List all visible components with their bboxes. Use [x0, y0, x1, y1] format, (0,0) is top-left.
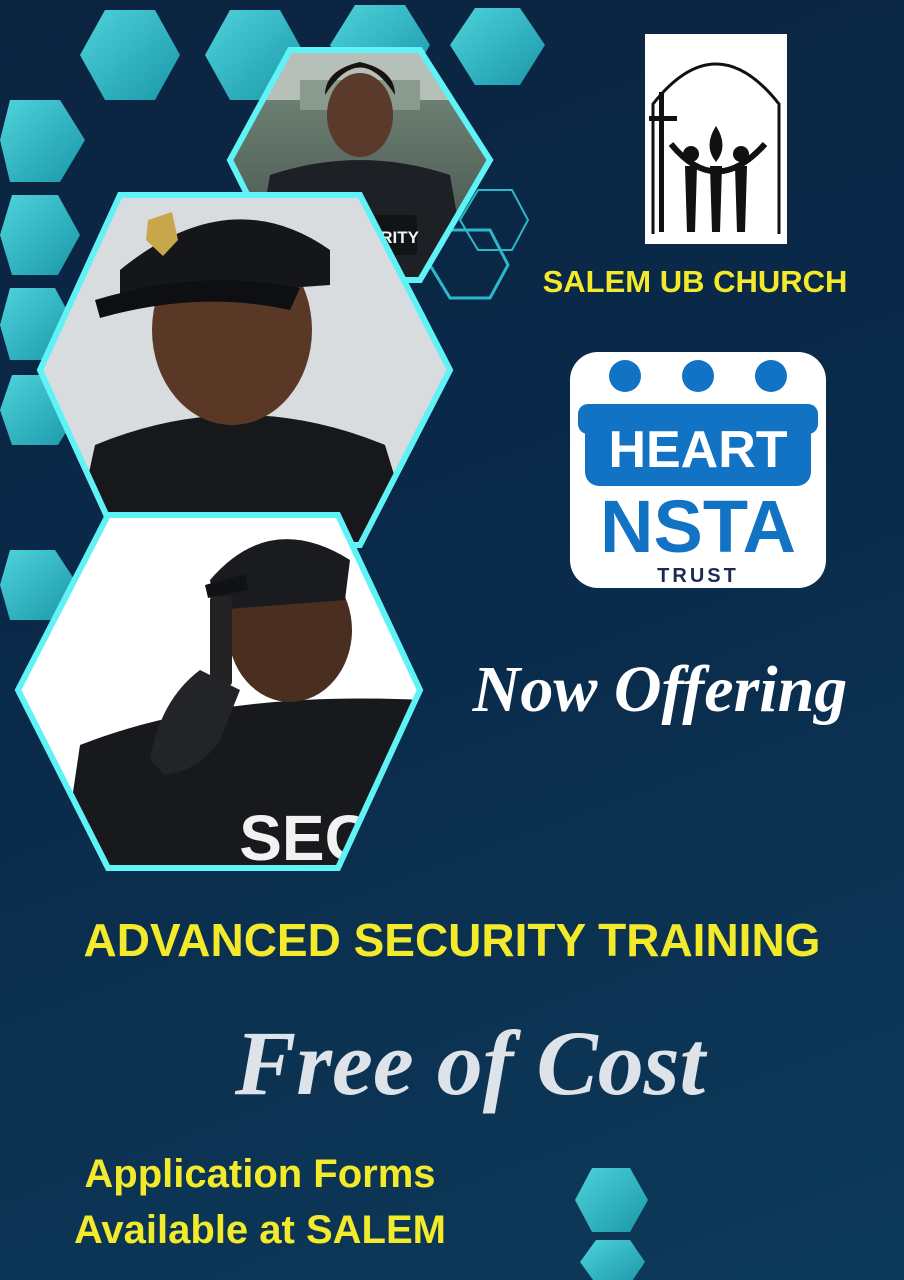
application-line-1: Application Forms [84, 1152, 436, 1196]
free-of-cost-text: Free of Cost [234, 1012, 706, 1114]
trust-text: TRUST [657, 565, 739, 587]
flyer: SECURITY SEC [0, 0, 904, 1280]
application-info: Application Forms Available at SALEM [20, 1146, 500, 1258]
church-name: SALEM UB CHURCH [542, 264, 848, 299]
nsta-text: NSTA [600, 485, 796, 568]
church-logo [645, 34, 787, 244]
now-offering-heading: Now Offering [472, 653, 848, 726]
guard-photo-bottom: SEC [18, 515, 420, 868]
application-line-2: Available at SALEM [74, 1208, 446, 1252]
training-headline: ADVANCED SECURITY TRAINING [83, 914, 821, 966]
heart-nsta-logo: HEART NSTA TRUST [570, 352, 826, 588]
heart-text: HEART [608, 421, 787, 479]
